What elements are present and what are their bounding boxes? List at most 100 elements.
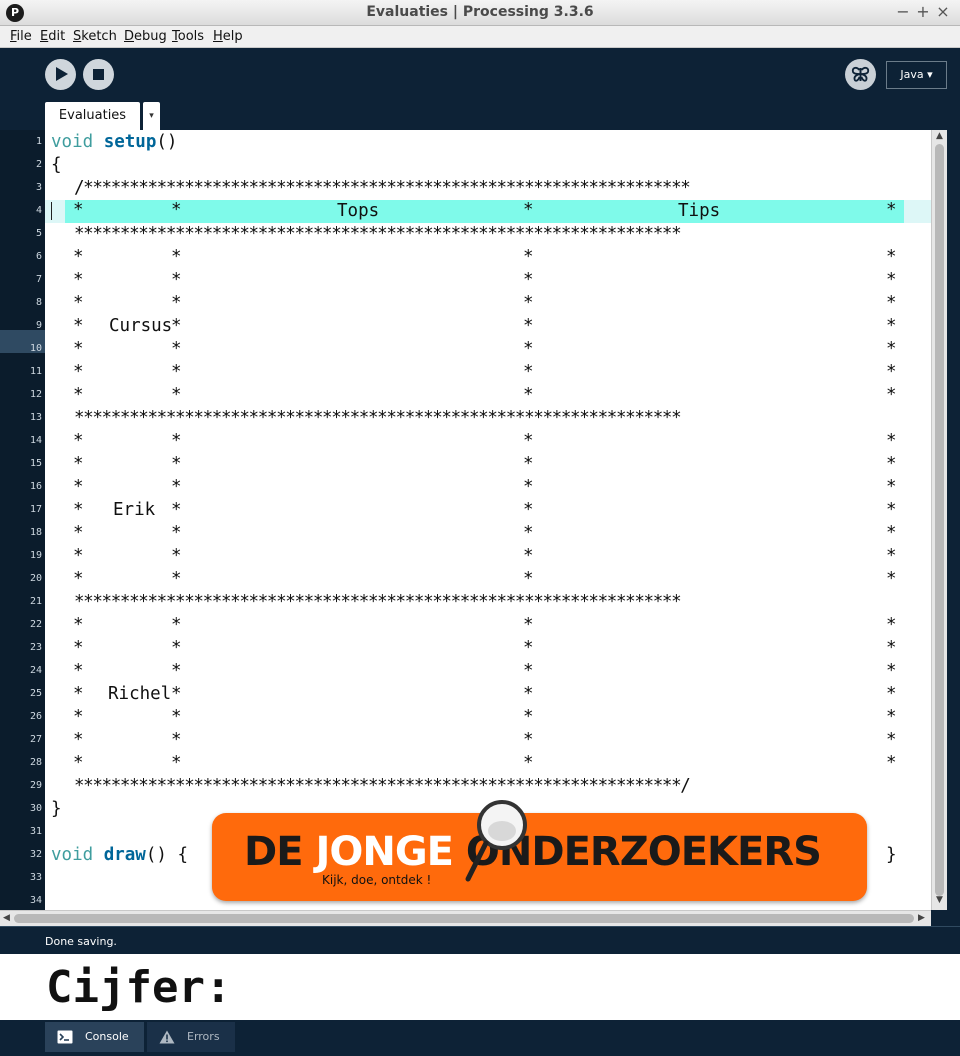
column-separator: * [171,638,182,658]
comment-border-row: ****************************************… [74,592,682,612]
scroll-left-icon[interactable]: ◀ [3,913,10,923]
column-separator: * [171,615,182,635]
row-name-label: Erik [113,500,156,520]
scroll-up-icon[interactable]: ▲ [936,131,943,141]
table-row: * * * * [65,752,904,775]
column-separator: * [886,523,897,543]
column-separator: * [171,569,182,589]
column-separator: * [171,661,182,681]
menu-file[interactable]: File [10,29,32,44]
close-button[interactable]: × [933,2,953,22]
column-separator: * [171,753,182,773]
title-bar: P Evaluaties | Processing 3.3.6 − + × [0,0,960,26]
column-separator: * [73,661,84,681]
line-number-gutter: 1 2 3 4 5 6 7 8 9 10 11 12 13 14 15 16 17 18 19 20 21 22 23 24 2… [0,130,45,910]
terminal-icon [57,1030,73,1044]
stop-icon [93,69,104,80]
table-row: * * * * [65,292,904,315]
column-separator: * [886,707,897,727]
column-separator: * [73,362,84,382]
column-separator: * [73,477,84,497]
tab-menu-chevron-down-icon[interactable]: ▾ [143,102,160,130]
column-separator: * [73,247,84,267]
line-number: 10 [29,343,42,354]
table-row: * * * * [65,476,904,499]
column-separator: * [73,431,84,451]
menu-edit[interactable]: Edit [40,29,65,44]
tab-console[interactable]: Console [45,1022,144,1052]
column-separator: * [886,293,897,313]
code-line: void setup() [51,132,178,152]
horizontal-scroll-thumb[interactable] [14,914,914,923]
column-separator: * [171,431,182,451]
maximize-button[interactable]: + [913,2,933,22]
line-number: 30 [29,803,42,814]
line-number: 19 [29,550,42,561]
column-separator: * [73,638,84,658]
debugger-button[interactable] [845,59,876,90]
line-number: 21 [29,596,42,607]
column-separator: * [523,707,534,727]
menu-debug[interactable]: Debug [124,29,167,44]
code-line: { [51,155,62,175]
butterfly-icon [851,66,870,82]
column-separator: * [886,569,897,589]
code-editor[interactable]: void setup() { /************************… [45,130,931,910]
row-name-label: Richel [108,684,172,704]
column-separator: * [523,661,534,681]
line-number: 28 [29,757,42,768]
table-row: * * * * [65,660,904,683]
column-separator: * [523,730,534,750]
column-separator: * [886,730,897,750]
table-row: * * * * [65,361,904,384]
column-separator: * [886,753,897,773]
column-separator: * [171,270,182,290]
vertical-scrollbar[interactable]: ▲ ▼ [931,130,947,910]
menu-bar: File Edit Sketch Debug Tools Help [0,26,960,48]
highlighted-header-row: * * Tops * Tips * [65,200,904,223]
mode-selector[interactable]: Java ▾ [886,61,947,89]
run-button[interactable] [45,59,76,90]
line-number: 16 [29,481,42,492]
column-separator: * [886,454,897,474]
logo-text-jonge: JONGE [315,829,454,875]
scroll-down-icon[interactable]: ▼ [936,895,943,905]
column-separator: * [886,638,897,658]
vertical-scroll-thumb[interactable] [935,144,944,896]
column-separator: * [171,500,182,520]
minimize-button[interactable]: − [893,2,913,22]
menu-tools[interactable]: Tools [172,29,204,44]
tab-errors[interactable]: Errors [147,1022,235,1052]
line-number: 8 [35,297,42,308]
column-separator: * [886,684,897,704]
scroll-right-icon[interactable]: ▶ [918,913,925,923]
line-number: 31 [29,826,42,837]
column-separator: * [523,270,534,290]
table-row: * * * * [65,614,904,637]
row-name-label: Cursus [109,316,173,336]
comment-border-row: ****************************************… [74,776,691,796]
tab-evaluaties[interactable]: Evaluaties [45,102,140,130]
menu-sketch[interactable]: Sketch [73,29,117,44]
horizontal-scrollbar[interactable]: ◀ ▶ [0,910,931,926]
column-separator: * [73,684,84,704]
column-separator: * [886,431,897,451]
column-separator: * [73,270,84,290]
column-separator: * [171,523,182,543]
stop-button[interactable] [83,59,114,90]
table-row: * * * * [65,729,904,752]
play-icon [56,67,68,81]
text-cursor [51,202,52,220]
line-number: 18 [29,527,42,538]
column-separator: * [523,523,534,543]
console-panel[interactable]: Cijfer: [0,954,960,1020]
column-separator: * [73,569,84,589]
column-separator: * [523,500,534,520]
comment-border-row: ****************************************… [74,408,682,428]
column-separator: * [886,500,897,520]
toolbar: Java ▾ [0,48,960,102]
column-separator: * [171,477,182,497]
line-number: 24 [29,665,42,676]
menu-help[interactable]: Help [213,29,243,44]
column-separator: * [171,316,182,336]
